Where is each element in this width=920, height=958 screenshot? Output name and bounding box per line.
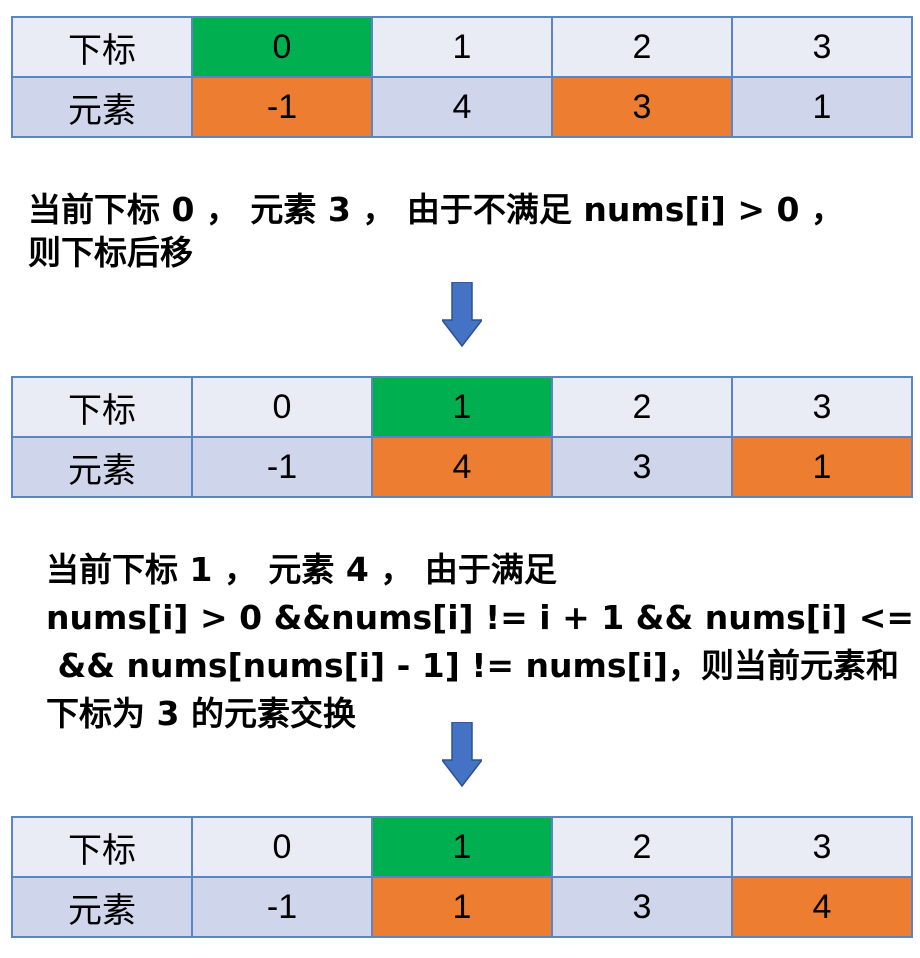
index-cell-2: 2: [551, 16, 733, 78]
down-arrow-icon: [442, 722, 482, 788]
value-cell-0: -1: [191, 876, 373, 938]
value-row-label: 元素: [11, 76, 193, 138]
index-row-label: 下标: [11, 816, 193, 878]
value-cell-2: 3: [551, 436, 733, 498]
step-2-caption: 当前下标 1 ， 元素 4 ， 由于满足 nums[i] > 0 &&nums[…: [46, 546, 920, 738]
index-cell-1: 1: [371, 376, 553, 438]
index-cell-3: 3: [731, 16, 913, 78]
value-row-label: 元素: [11, 876, 193, 938]
array-table-step-3: 下标 0 1 2 3 元素 -1 1 3 4: [11, 816, 913, 938]
value-row: 元素 -1 4 3 1: [11, 436, 913, 498]
index-row-label: 下标: [11, 16, 193, 78]
index-cell-1: 1: [371, 816, 553, 878]
array-table-step-1: 下标 0 1 2 3 元素 -1 4 3 1: [11, 16, 913, 138]
array-table-step-2: 下标 0 1 2 3 元素 -1 4 3 1: [11, 376, 913, 498]
index-cell-0: 0: [191, 816, 373, 878]
value-row: 元素 -1 1 3 4: [11, 876, 913, 938]
value-cell-2: 3: [551, 76, 733, 138]
index-cell-3: 3: [731, 816, 913, 878]
value-row-label: 元素: [11, 436, 193, 498]
index-row: 下标 0 1 2 3: [11, 16, 913, 78]
value-cell-3: 4: [731, 876, 913, 938]
index-cell-0: 0: [191, 16, 373, 78]
value-cell-3: 1: [731, 436, 913, 498]
index-row-label: 下标: [11, 376, 193, 438]
value-cell-2: 3: [551, 876, 733, 938]
caption-line: 则下标后移: [28, 233, 193, 272]
value-cell-0: -1: [191, 76, 373, 138]
caption-line: nums[i] > 0 &&nums[i] != i + 1 && nums[i…: [46, 598, 920, 637]
index-row: 下标 0 1 2 3: [11, 816, 913, 878]
value-cell-0: -1: [191, 436, 373, 498]
step-1-caption: 当前下标 0 ， 元素 3 ， 由于不满足 nums[i] > 0 ， 则下标后…: [28, 188, 844, 274]
caption-line: 当前下标 1 ， 元素 4 ， 由于满足: [46, 550, 557, 589]
index-cell-0: 0: [191, 376, 373, 438]
value-cell-1: 4: [371, 76, 553, 138]
value-row: 元素 -1 4 3 1: [11, 76, 913, 138]
index-cell-3: 3: [731, 376, 913, 438]
index-cell-2: 2: [551, 376, 733, 438]
index-cell-1: 1: [371, 16, 553, 78]
caption-line: 下标为 3 的元素交换: [46, 694, 356, 733]
value-cell-1: 1: [371, 876, 553, 938]
value-cell-1: 4: [371, 436, 553, 498]
caption-line: && nums[nums[i] - 1] != nums[i]，则当前元素和: [46, 646, 900, 685]
value-cell-3: 1: [731, 76, 913, 138]
index-row: 下标 0 1 2 3: [11, 376, 913, 438]
caption-line: 当前下标 0 ， 元素 3 ， 由于不满足 nums[i] > 0 ，: [28, 190, 844, 229]
index-cell-2: 2: [551, 816, 733, 878]
down-arrow-icon: [442, 282, 482, 348]
